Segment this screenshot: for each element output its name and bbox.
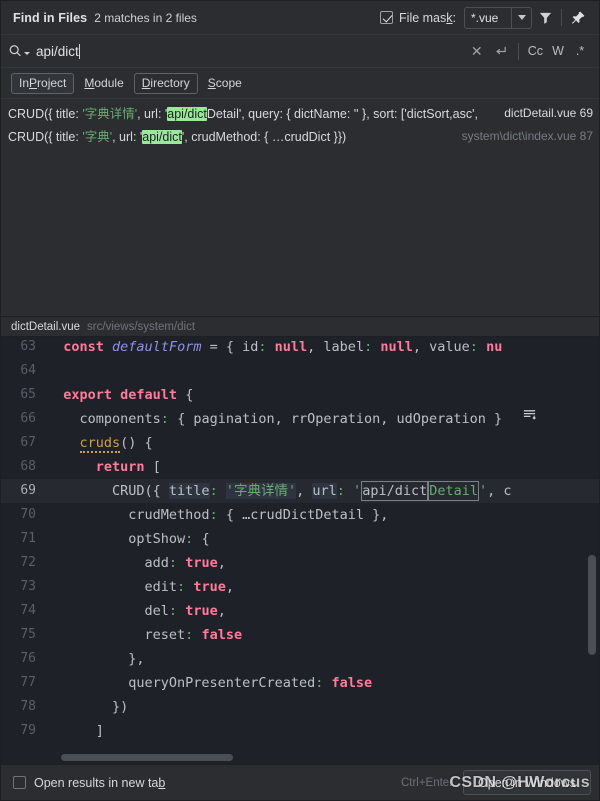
chevron-down-icon[interactable] — [511, 7, 531, 28]
preview-file-name: dictDetail.vue — [11, 320, 81, 333]
dialog-header: Find in Files 2 matches in 2 files File … — [1, 1, 599, 35]
collapse-all-icon[interactable] — [522, 408, 537, 425]
pin-icon[interactable] — [565, 5, 591, 31]
table-row[interactable]: CRUD({ title: '字典详情', url: 'api/dictDeta… — [1, 101, 599, 124]
open-new-tab-checkbox[interactable] — [13, 776, 26, 789]
code-line: 72 add: true, — [20, 555, 226, 571]
match-highlight: api/dict — [142, 130, 182, 144]
file-mask-label: File mask: — [399, 10, 456, 25]
file-mask-value: *.vue — [471, 10, 499, 25]
result-file-ref: system\dict\index.vue 87 — [461, 128, 593, 143]
dialog-footer: Open results in new tab Ctrl+Enter Open … — [1, 764, 599, 800]
page-title: Find in Files — [13, 10, 88, 25]
code-line: 66 components: { pagination, rrOperation… — [20, 411, 503, 427]
regex-toggle[interactable]: .* — [569, 40, 591, 62]
code-line: 77 queryOnPresenterCreated: false — [20, 675, 373, 691]
scope-tab-in-project[interactable]: In Project — [11, 72, 75, 94]
code-line: 70 crudMethod: { …crudDictDetail }, — [20, 507, 389, 523]
code-line: 73 edit: true, — [20, 579, 234, 595]
table-row[interactable]: CRUD({ title: '字典', url: 'api/dict', cru… — [1, 124, 599, 147]
search-query-text: api/dict — [36, 43, 79, 59]
search-icon[interactable] — [8, 43, 30, 59]
vertical-scrollbar[interactable] — [588, 555, 596, 655]
result-snippet: CRUD({ title: '字典', url: 'api/dict', cru… — [8, 130, 347, 144]
search-input[interactable]: api/dict — [30, 43, 465, 59]
open-in-windows-button[interactable]: Open in Windows — [463, 770, 591, 795]
code-line: 63 const defaultForm = { id: null, label… — [20, 339, 503, 355]
search-divider — [517, 42, 519, 60]
code-line: 64 — [20, 363, 36, 378]
preview-pane: dictDetail.vue src/views/system/dict 63 … — [1, 317, 599, 764]
scope-tab-directory[interactable]: Directory — [133, 72, 198, 94]
find-in-files-dialog: Find in Files 2 matches in 2 files File … — [0, 0, 600, 801]
file-mask-checkbox[interactable] — [380, 11, 394, 24]
close-icon[interactable]: ✕ — [465, 39, 489, 63]
result-file-ref: dictDetail.vue 69 — [504, 105, 593, 120]
code-line: 71 optShow: { — [20, 531, 210, 547]
code-line: 65 export default { — [20, 387, 194, 403]
file-mask-combobox[interactable]: *.vue — [464, 6, 532, 29]
preview-header: dictDetail.vue src/views/system/dict — [1, 317, 599, 337]
shortcut-hint: Ctrl+Enter — [400, 776, 454, 789]
code-view[interactable]: 63 const defaultForm = { id: null, label… — [1, 337, 599, 764]
code-line: 78 }) — [20, 699, 129, 715]
text-caret — [78, 43, 80, 59]
scope-tab-module[interactable]: Module — [76, 73, 131, 94]
new-line-icon[interactable] — [489, 39, 513, 63]
filter-icon[interactable] — [532, 5, 558, 31]
preview-file-path: src/views/system/dict — [87, 320, 196, 333]
code-line: 75 reset: false — [20, 627, 243, 643]
scope-tabs: In Project Module Directory Scope — [1, 68, 599, 99]
code-line: 68 return [ — [20, 459, 161, 475]
header-divider — [561, 9, 562, 26]
scope-tab-scope[interactable]: Scope — [200, 73, 250, 94]
whole-words-toggle[interactable]: W — [547, 40, 569, 62]
code-line: 76 }, — [20, 651, 145, 667]
code-line-current: 69 CRUD({ title: '字典详情', url: 'api/dict D… — [1, 479, 599, 503]
match-highlight: api/dict — [167, 107, 207, 121]
search-bar[interactable]: api/dict ✕ Cc W .* — [1, 35, 599, 68]
results-list[interactable]: CRUD({ title: '字典详情', url: 'api/dictDeta… — [1, 99, 599, 317]
match-summary: 2 matches in 2 files — [94, 10, 197, 25]
code-line: 74 del: true, — [20, 603, 226, 619]
code-line: 79 ] — [20, 723, 104, 739]
code-line: 67 cruds() { — [20, 435, 153, 453]
result-snippet: CRUD({ title: '字典详情', url: 'api/dictDeta… — [8, 107, 478, 121]
open-new-tab-label: Open results in new tab — [34, 775, 166, 790]
horizontal-scrollbar[interactable] — [61, 754, 233, 761]
match-case-toggle[interactable]: Cc — [524, 40, 547, 62]
